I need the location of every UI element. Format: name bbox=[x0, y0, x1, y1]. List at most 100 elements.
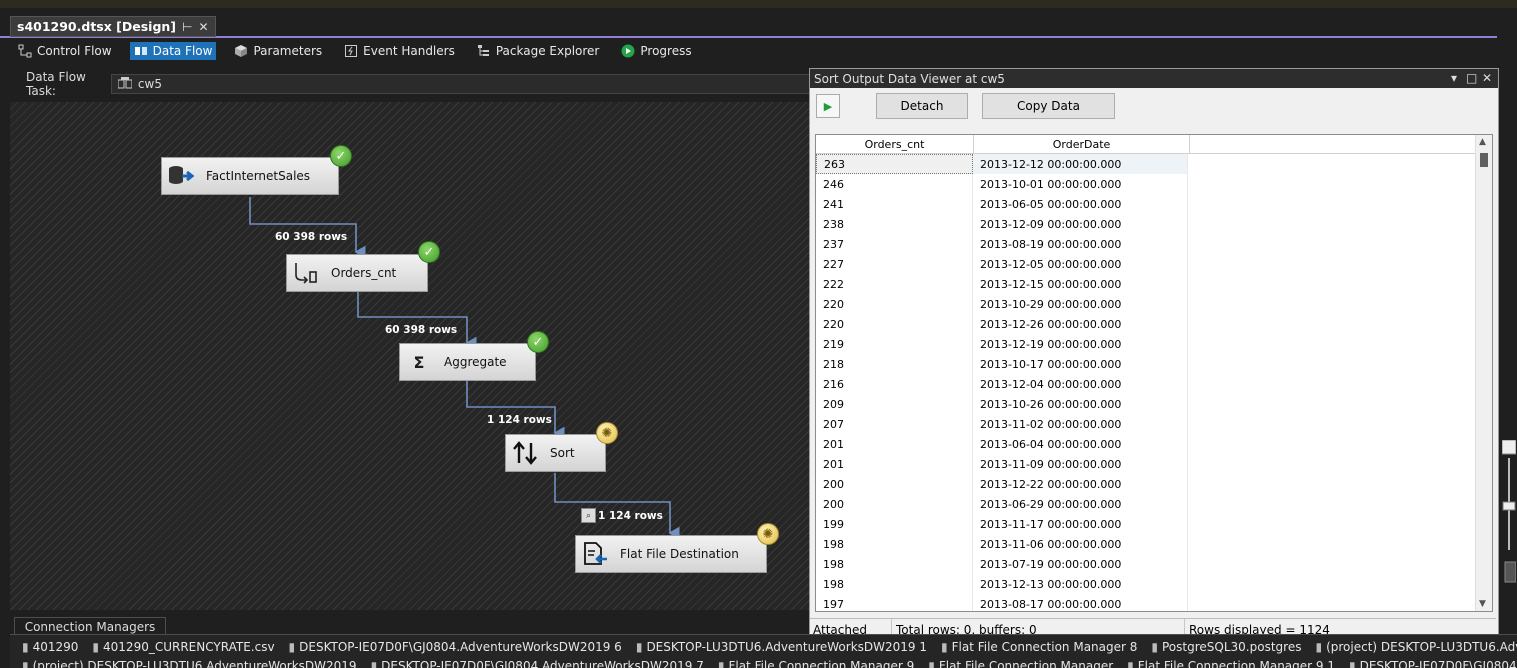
table-row[interactable]: 198 2013-12-13 00:00:00.000 bbox=[816, 574, 1492, 594]
cell-orders-cnt[interactable]: 201 bbox=[816, 454, 973, 474]
cell-orders-cnt[interactable]: 201 bbox=[816, 434, 973, 454]
cell-orders-cnt[interactable]: 241 bbox=[816, 194, 973, 214]
tab-package-explorer[interactable]: Package Explorer bbox=[473, 42, 604, 60]
cell-orders-cnt[interactable]: 207 bbox=[816, 414, 973, 434]
cell-orderdate[interactable]: 2013-11-09 00:00:00.000 bbox=[973, 454, 1188, 474]
cell-orders-cnt[interactable]: 198 bbox=[816, 574, 973, 594]
cell-orders-cnt[interactable]: 227 bbox=[816, 254, 973, 274]
cell-orderdate[interactable]: 2013-11-17 00:00:00.000 bbox=[973, 514, 1188, 534]
continue-play-button[interactable]: ▶ bbox=[816, 94, 840, 118]
tab-parameters[interactable]: Parameters bbox=[230, 42, 326, 60]
cell-orderdate[interactable]: 2013-12-04 00:00:00.000 bbox=[973, 374, 1188, 394]
cell-orders-cnt[interactable]: 246 bbox=[816, 174, 973, 194]
column-header-orders-cnt[interactable]: Orders_cnt bbox=[816, 135, 974, 153]
tab-event-handlers[interactable]: Event Handlers bbox=[340, 42, 459, 60]
table-row[interactable]: 200 2013-12-22 00:00:00.000 bbox=[816, 474, 1492, 494]
table-row[interactable]: 263 2013-12-12 00:00:00.000 bbox=[816, 154, 1492, 174]
window-menu-icon[interactable]: ▾ bbox=[1451, 71, 1457, 85]
table-row[interactable]: 227 2013-12-05 00:00:00.000 bbox=[816, 254, 1492, 274]
zoom-slider[interactable] bbox=[1502, 440, 1516, 590]
table-row[interactable]: 220 2013-12-26 00:00:00.000 bbox=[816, 314, 1492, 334]
table-row[interactable]: 238 2013-12-09 00:00:00.000 bbox=[816, 214, 1492, 234]
document-tab[interactable]: s401290.dtsx [Design] ⊢ ✕ bbox=[10, 16, 216, 37]
cell-orders-cnt[interactable]: 220 bbox=[816, 294, 973, 314]
cell-orderdate[interactable]: 2013-06-05 00:00:00.000 bbox=[973, 194, 1188, 214]
node-aggregate[interactable]: Σ Aggregate bbox=[399, 343, 536, 381]
tab-progress[interactable]: Progress bbox=[617, 42, 695, 60]
maximize-icon[interactable]: □ bbox=[1466, 71, 1477, 85]
table-row[interactable]: 218 2013-10-17 00:00:00.000 bbox=[816, 354, 1492, 374]
cell-orders-cnt[interactable]: 220 bbox=[816, 314, 973, 334]
cell-orders-cnt[interactable]: 209 bbox=[816, 394, 973, 414]
table-row[interactable]: 241 2013-06-05 00:00:00.000 bbox=[816, 194, 1492, 214]
table-row[interactable]: 201 2013-11-09 00:00:00.000 bbox=[816, 454, 1492, 474]
connection-manager-item[interactable]: ▮ PostgreSQL30.postgres bbox=[1151, 640, 1301, 654]
cell-orderdate[interactable]: 2013-11-02 00:00:00.000 bbox=[973, 414, 1188, 434]
cell-orderdate[interactable]: 2013-12-15 00:00:00.000 bbox=[973, 274, 1188, 294]
table-row[interactable]: 198 2013-11-06 00:00:00.000 bbox=[816, 534, 1492, 554]
close-icon[interactable]: ✕ bbox=[198, 20, 208, 34]
column-header-orderdate[interactable]: OrderDate bbox=[974, 135, 1190, 153]
cell-orderdate[interactable]: 2013-07-19 00:00:00.000 bbox=[973, 554, 1188, 574]
connection-manager-item[interactable]: ▮DESKTOP-IE07D0F\GJ0804.AdventureWorksDW… bbox=[289, 640, 622, 654]
close-icon[interactable]: ✕ bbox=[1482, 71, 1492, 85]
cell-orderdate[interactable]: 2013-10-17 00:00:00.000 bbox=[973, 354, 1188, 374]
cell-orders-cnt[interactable]: 216 bbox=[816, 374, 973, 394]
connection-manager-item[interactable]: ▮ 401290_CURRENCYRATE.csv bbox=[92, 640, 274, 654]
table-row[interactable]: 209 2013-10-26 00:00:00.000 bbox=[816, 394, 1492, 414]
table-row[interactable]: 246 2013-10-01 00:00:00.000 bbox=[816, 174, 1492, 194]
cell-orders-cnt[interactable]: 200 bbox=[816, 474, 973, 494]
data-viewer-magnifier-icon[interactable]: ⌕ bbox=[581, 508, 596, 523]
cell-orderdate[interactable]: 2013-12-09 00:00:00.000 bbox=[973, 214, 1188, 234]
cell-orderdate[interactable]: 2013-10-26 00:00:00.000 bbox=[973, 394, 1188, 414]
node-sort[interactable]: Sort bbox=[505, 434, 606, 472]
cell-orderdate[interactable]: 2013-12-13 00:00:00.000 bbox=[973, 574, 1188, 594]
cell-orderdate[interactable]: 2013-10-01 00:00:00.000 bbox=[973, 174, 1188, 194]
table-row[interactable]: 201 2013-06-04 00:00:00.000 bbox=[816, 434, 1492, 454]
table-row[interactable]: 220 2013-10-29 00:00:00.000 bbox=[816, 294, 1492, 314]
cell-orderdate[interactable]: 2013-12-12 00:00:00.000 bbox=[973, 154, 1188, 174]
scroll-up-icon[interactable]: ▲ bbox=[1479, 137, 1486, 147]
table-row[interactable]: 200 2013-06-29 00:00:00.000 bbox=[816, 494, 1492, 514]
cell-orders-cnt[interactable]: 218 bbox=[816, 354, 973, 374]
vertical-scrollbar[interactable]: ▲ ▼ bbox=[1475, 135, 1492, 611]
cell-orderdate[interactable]: 2013-12-19 00:00:00.000 bbox=[973, 334, 1188, 354]
connection-manager-item[interactable]: ▮ DESKTOP-LU3DTU6.AdventureWorksDW2019 1 bbox=[636, 640, 927, 654]
cell-orderdate[interactable]: 2013-11-06 00:00:00.000 bbox=[973, 534, 1188, 554]
cell-orders-cnt[interactable]: 200 bbox=[816, 494, 973, 514]
scroll-down-icon[interactable]: ▼ bbox=[1479, 599, 1486, 609]
tab-control-flow[interactable]: Control Flow bbox=[14, 42, 116, 60]
node-flat-file-destination[interactable]: Flat File Destination bbox=[575, 535, 767, 573]
cell-orders-cnt[interactable]: 238 bbox=[816, 214, 973, 234]
node-factinternetsales[interactable]: FactInternetSales bbox=[161, 157, 339, 195]
pin-icon[interactable]: ⊢ bbox=[182, 20, 192, 34]
cell-orderdate[interactable]: 2013-06-04 00:00:00.000 bbox=[973, 434, 1188, 454]
data-flow-task-select[interactable]: cw5 bbox=[110, 74, 810, 94]
cell-orders-cnt[interactable]: 263 bbox=[816, 154, 973, 174]
cell-orders-cnt[interactable]: 198 bbox=[816, 554, 973, 574]
cell-orders-cnt[interactable]: 237 bbox=[816, 234, 973, 254]
table-row[interactable]: 198 2013-07-19 00:00:00.000 bbox=[816, 554, 1492, 574]
cell-orders-cnt[interactable]: 222 bbox=[816, 274, 973, 294]
table-row[interactable]: 207 2013-11-02 00:00:00.000 bbox=[816, 414, 1492, 434]
cell-orderdate[interactable]: 2013-12-22 00:00:00.000 bbox=[973, 474, 1188, 494]
connection-manager-item[interactable]: ▮(project) DESKTOP-LU3DTU6.AdventureWork… bbox=[1315, 640, 1517, 654]
connection-manager-item[interactable]: ▮ Flat File Connection Manager 8 bbox=[941, 640, 1137, 654]
connection-manager-item[interactable]: ▮ 401290 bbox=[22, 640, 78, 654]
cell-orderdate[interactable]: 2013-08-19 00:00:00.000 bbox=[973, 234, 1188, 254]
cell-orders-cnt[interactable]: 199 bbox=[816, 514, 973, 534]
detach-button[interactable]: Detach bbox=[876, 93, 968, 119]
tab-data-flow[interactable]: Data Flow bbox=[129, 42, 217, 60]
cell-orders-cnt[interactable]: 219 bbox=[816, 334, 973, 354]
table-row[interactable]: 199 2013-11-17 00:00:00.000 bbox=[816, 514, 1492, 534]
table-row[interactable]: 216 2013-12-04 00:00:00.000 bbox=[816, 374, 1492, 394]
cell-orderdate[interactable]: 2013-12-05 00:00:00.000 bbox=[973, 254, 1188, 274]
node-orders-cnt[interactable]: Orders_cnt bbox=[286, 254, 428, 292]
data-grid[interactable]: Orders_cnt OrderDate 263 2013-12-12 00:00… bbox=[815, 134, 1493, 612]
connection-managers-tab[interactable]: Connection Managers bbox=[14, 617, 166, 635]
table-row[interactable]: 222 2013-12-15 00:00:00.000 bbox=[816, 274, 1492, 294]
copy-data-button[interactable]: Copy Data bbox=[982, 93, 1115, 119]
table-row[interactable]: 237 2013-08-19 00:00:00.000 bbox=[816, 234, 1492, 254]
scrollbar-thumb[interactable] bbox=[1480, 153, 1488, 167]
cell-orders-cnt[interactable]: 198 bbox=[816, 534, 973, 554]
